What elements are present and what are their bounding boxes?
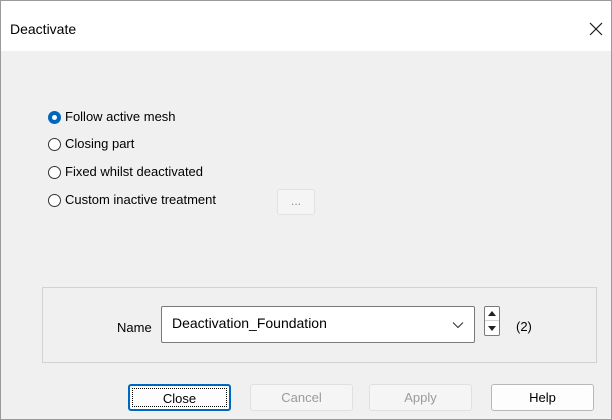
radio-closing-part[interactable]: Closing part bbox=[48, 135, 134, 153]
close-icon[interactable] bbox=[582, 15, 610, 43]
radio-unselected-icon[interactable] bbox=[48, 193, 61, 207]
radio-follow-active-mesh[interactable]: Follow active mesh bbox=[48, 108, 176, 126]
radio-selected-icon[interactable] bbox=[48, 110, 61, 124]
deactivate-dialog: Deactivate Follow active mesh Closing pa… bbox=[0, 0, 612, 420]
radio-label: Fixed whilst deactivated bbox=[65, 164, 204, 179]
apply-button[interactable]: Apply bbox=[369, 384, 472, 411]
window-title: Deactivate bbox=[10, 21, 77, 37]
name-label: Name bbox=[117, 320, 152, 335]
close-button-label: Close bbox=[132, 388, 227, 407]
chevron-down-icon[interactable] bbox=[452, 321, 464, 329]
help-button[interactable]: Help bbox=[491, 384, 594, 411]
triangle-up-icon[interactable] bbox=[485, 307, 499, 321]
title-bar: Deactivate bbox=[1, 1, 611, 51]
radio-custom-inactive-treatment[interactable]: Custom inactive treatment bbox=[48, 191, 216, 209]
radio-label: Follow active mesh bbox=[65, 109, 176, 124]
cancel-button[interactable]: Cancel bbox=[250, 384, 353, 411]
name-spinner[interactable] bbox=[484, 306, 500, 336]
radio-fixed-whilst-deactivated[interactable]: Fixed whilst deactivated bbox=[48, 163, 203, 181]
radio-unselected-icon[interactable] bbox=[48, 137, 61, 151]
name-combobox[interactable]: Deactivation_Foundation bbox=[161, 306, 475, 343]
custom-treatment-browse-button[interactable]: ... bbox=[277, 189, 315, 215]
radio-label: Custom inactive treatment bbox=[65, 192, 217, 207]
triangle-down-icon[interactable] bbox=[485, 321, 499, 335]
radio-label: Closing part bbox=[65, 136, 135, 151]
close-button[interactable]: Close bbox=[128, 384, 231, 411]
name-combobox-value: Deactivation_Foundation bbox=[172, 315, 327, 331]
name-count-label: (2) bbox=[516, 319, 532, 334]
radio-unselected-icon[interactable] bbox=[48, 165, 61, 179]
